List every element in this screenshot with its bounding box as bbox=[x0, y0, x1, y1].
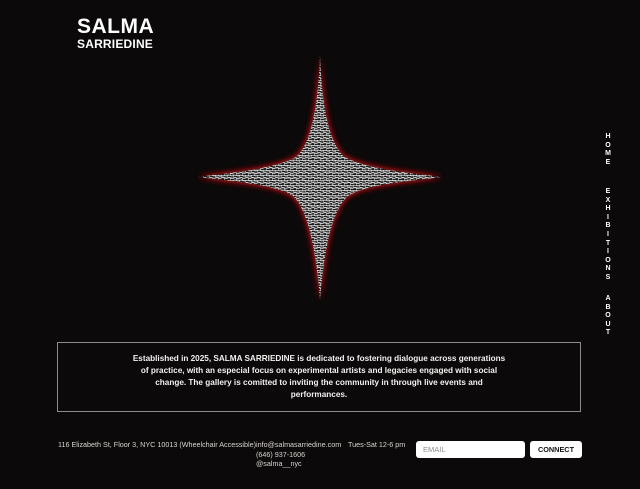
site-logo[interactable]: SALMA SARRIEDINE bbox=[77, 16, 154, 50]
nav-item-home[interactable]: HOME bbox=[600, 133, 616, 167]
page: SALMA SARRIEDINE H O M E E X H I B I T I… bbox=[0, 0, 640, 489]
footer-hours: Tues-Sat 12-6 pm bbox=[348, 440, 406, 449]
footer-phone[interactable]: (646) 937-1606 bbox=[256, 450, 342, 460]
footer-email-link[interactable]: info@salmasarriedine.com bbox=[256, 440, 342, 450]
intro-box: Established in 2025, SALMA SARRIEDINE is… bbox=[57, 342, 581, 412]
hero-star-image bbox=[190, 50, 450, 305]
connect-button[interactable]: CONNECT bbox=[530, 441, 582, 458]
star-icon bbox=[198, 55, 442, 300]
footer-address: 116 Elizabeth St, Floor 3, NYC 10013 (Wh… bbox=[58, 440, 257, 449]
footer-contact: info@salmasarriedine.com (646) 937-1606 … bbox=[256, 440, 342, 469]
logo-name-top: SALMA bbox=[77, 15, 155, 38]
footer-social-handle[interactable]: @salma__nyc bbox=[256, 459, 342, 469]
logo-name-bottom: SARRIEDINE bbox=[77, 37, 154, 51]
nav-item-about[interactable]: ABOUT bbox=[600, 295, 616, 338]
newsletter-email-input[interactable] bbox=[416, 441, 525, 458]
intro-text: Established in 2025, SALMA SARRIEDINE is… bbox=[132, 354, 506, 399]
nav-item-exhibitions[interactable]: EXHIBITIONS bbox=[600, 188, 616, 283]
side-nav: HOME EXHIBITIONS ABOUT bbox=[600, 133, 616, 343]
